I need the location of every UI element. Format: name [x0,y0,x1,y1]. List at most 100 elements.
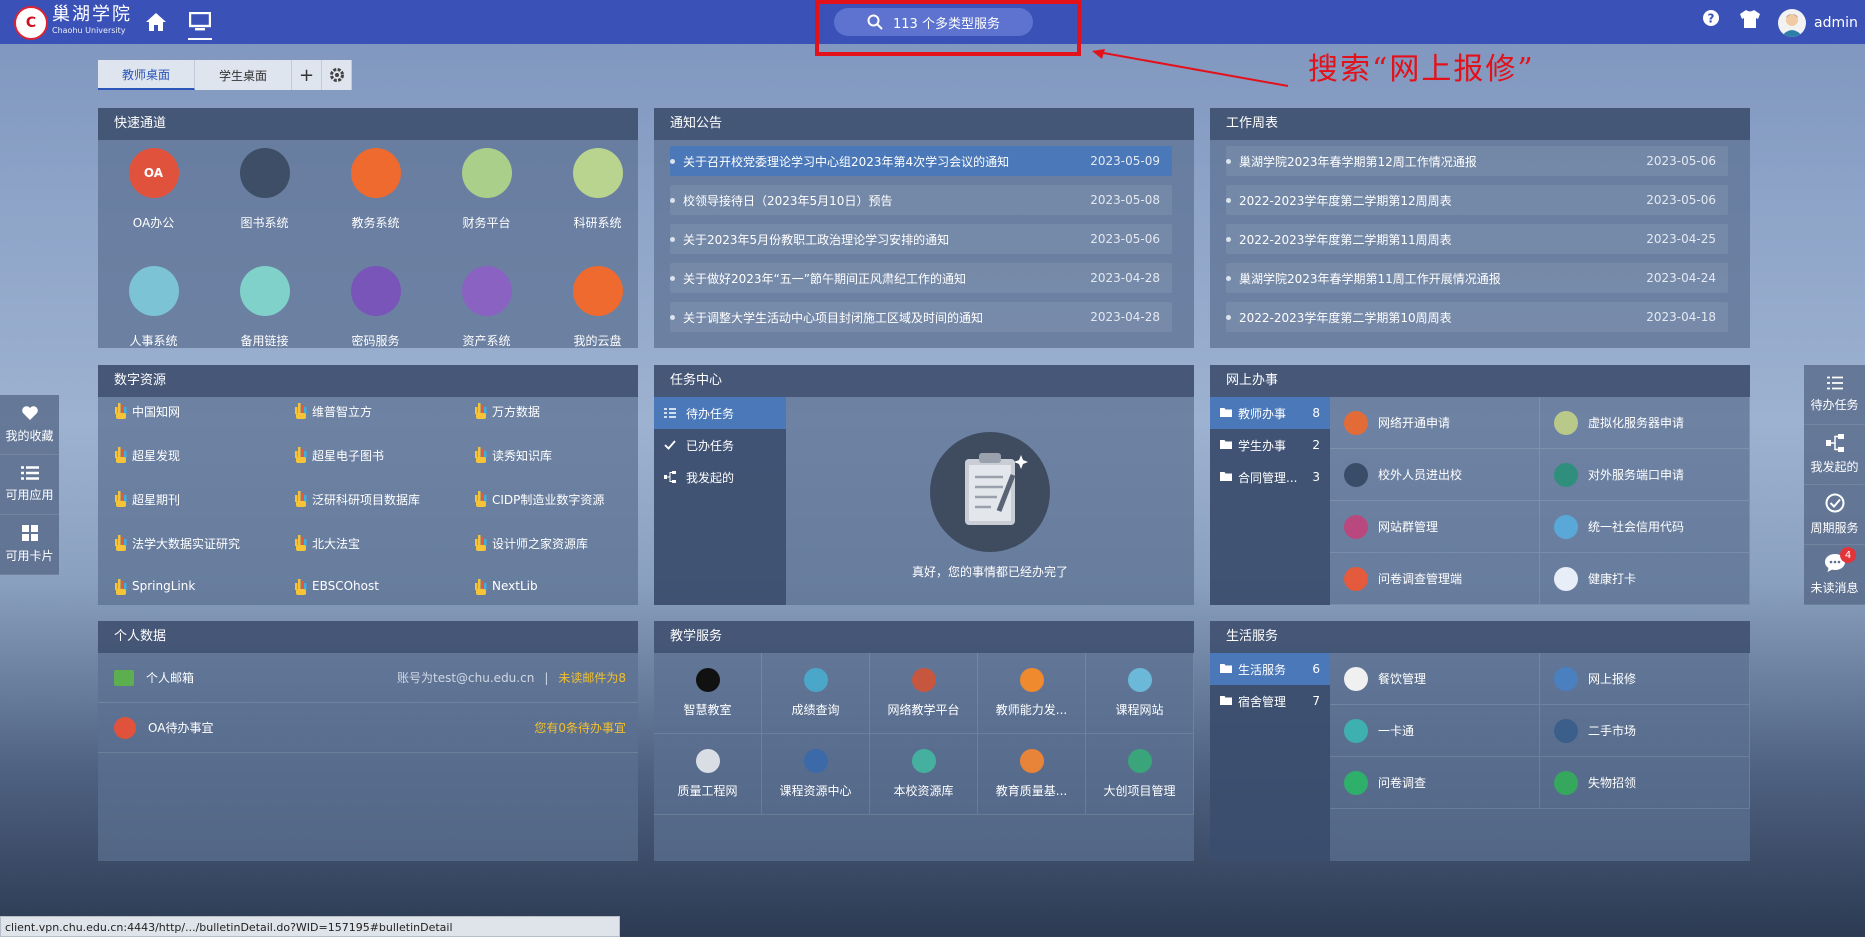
rail-periodic-service-button[interactable]: 周期服务 [1804,485,1865,545]
quick-access-item[interactable]: 财务平台 [431,144,542,262]
resource-link[interactable]: 法学大数据实证研究 [114,535,294,579]
resource-link[interactable]: EBSCOhost [294,579,474,605]
tab-student-desktop[interactable]: 学生桌面 [195,60,293,90]
teaching-service-item[interactable]: 智慧教室 [654,653,762,734]
category-item[interactable]: 教师办事 8 [1210,397,1330,429]
rail-pending-tasks-button[interactable]: 待办任务 [1804,365,1865,425]
add-desktop-button[interactable]: + [292,60,323,90]
service-label: 成绩查询 [791,703,840,717]
task-tab-done[interactable]: 已办任务 [654,429,786,461]
service-item[interactable]: 健康打卡 [1540,553,1750,605]
list-item[interactable]: 关于调整大学生活动中心项目封闭施工区域及时间的通知 2023-04-28 [670,302,1172,332]
service-item[interactable]: 问卷调查管理端 [1330,553,1540,605]
empty-message: 真好，您的事情都已经办完了 [911,565,1068,579]
resource-link[interactable]: 北大法宝 [294,535,474,579]
teaching-service-item[interactable]: 教师能力发... [978,653,1086,734]
service-item[interactable]: 校外人员进出校 [1330,449,1540,501]
service-item[interactable]: 网上报修 [1540,653,1750,705]
resource-link[interactable]: 读秀知识库 [474,447,638,491]
service-icon [1554,666,1578,691]
available-apps-button[interactable]: 可用应用 [0,455,59,515]
list-item[interactable]: 关于召开校党委理论学习中心组2023年第4次学习会议的通知 2023-05-09 [670,146,1172,176]
category-item[interactable]: 宿舍管理 7 [1210,685,1330,717]
quick-access-item[interactable]: 资产系统 [431,262,542,348]
resource-link[interactable]: 万方数据 [474,403,638,447]
teaching-service-item[interactable]: 本校资源库 [870,734,978,815]
oa-status[interactable]: 您有0条待办事宜 [534,719,626,736]
app-label: 备用链接 [240,334,289,348]
resource-link[interactable]: 中国知网 [114,403,294,447]
folder-icon [1220,694,1232,708]
university-logo[interactable]: C [14,6,48,40]
resource-link[interactable]: 设计师之家资源库 [474,535,638,579]
service-item[interactable]: 一卡通 [1330,705,1540,757]
resource-link[interactable]: 泛研科研项目数据库 [294,491,474,535]
avatar [1778,9,1806,37]
university-name[interactable]: 巢湖学院 Chaohu University [52,6,132,35]
task-tab-initiated[interactable]: 我发起的 [654,461,786,493]
service-item[interactable]: 二手市场 [1540,705,1750,757]
list-item[interactable]: 校领导接待日（2023年5月10日）预告 2023-05-08 [670,185,1172,215]
rail-initiated-button[interactable]: 我发起的 [1804,425,1865,485]
list-item-date: 2023-05-06 [1090,232,1160,246]
rail-unread-messages-button[interactable]: 未读消息 4 [1804,545,1865,605]
task-tab-todo[interactable]: 待办任务 [654,397,786,429]
help-icon[interactable]: ? [1702,9,1720,27]
service-item[interactable]: 统一社会信用代码 [1540,501,1750,553]
quick-access-item[interactable]: 密码服务 [320,262,431,348]
personal-mail-row[interactable]: 个人邮箱 账号为test@chu.edu.cn | 未读邮件为8 [98,653,638,703]
quick-access-item[interactable]: 备用链接 [209,262,320,348]
resource-grid: 中国知网 维普智立方 万方数据超星发现 超星电子图书 读秀知识库超星期刊 泛研科研项目数据… [98,397,638,605]
teaching-service-item[interactable]: 网络教学平台 [870,653,978,734]
list-item[interactable]: 2022-2023学年度第二学期第12周周表 2023-05-06 [1226,185,1728,215]
user-menu[interactable]: admin [1778,9,1858,37]
service-item[interactable]: 失物招领 [1540,757,1750,809]
list-item[interactable]: 关于做好2023年“五一”節午期间正风肃纪工作的通知 2023-04-28 [670,263,1172,293]
available-cards-button[interactable]: 可用卡片 [0,515,59,575]
quick-access-item[interactable]: OA OA办公 [98,144,209,262]
service-item[interactable]: 网络开通申请 [1330,397,1540,449]
resource-link[interactable]: NextLib [474,579,638,605]
service-item[interactable]: 虚拟化服务器申请 [1540,397,1750,449]
teaching-service-item[interactable]: 课程网站 [1086,653,1194,734]
quick-access-item[interactable]: 图书系统 [209,144,320,262]
resource-link[interactable]: 超星发现 [114,447,294,491]
resource-link[interactable]: CIDP制造业数字资源 [474,491,638,535]
service-item[interactable]: 对外服务端口申请 [1540,449,1750,501]
teaching-service-item[interactable]: 大创项目管理 [1086,734,1194,815]
list-item[interactable]: 2022-2023学年度第二学期第10周周表 2023-04-18 [1226,302,1728,332]
service-item[interactable]: 问卷调查 [1330,757,1540,809]
home-icon[interactable] [144,10,168,34]
resource-link[interactable]: 维普智立方 [294,403,474,447]
my-favorites-button[interactable]: 我的收藏 [0,395,59,455]
skin-icon[interactable] [1738,9,1762,29]
mail-unread[interactable]: 未读邮件为8 [558,669,626,686]
resource-link[interactable]: 超星期刊 [114,491,294,535]
desktop-settings-button[interactable] [322,60,353,90]
quick-access-item[interactable]: 人事系统 [98,262,209,348]
quick-access-item[interactable]: 我的云盘 [542,262,638,348]
list-item[interactable]: 关于2023年5月份教职工政治理论学习安排的通知 2023-05-06 [670,224,1172,254]
resource-link[interactable]: 超星电子图书 [294,447,474,491]
service-item[interactable]: 餐饮管理 [1330,653,1540,705]
teaching-service-item[interactable]: 课程资源中心 [762,734,870,815]
list-item[interactable]: 2022-2023学年度第二学期第11周周表 2023-04-25 [1226,224,1728,254]
service-search-box[interactable]: 113 个多类型服务 [834,8,1033,36]
list-item[interactable]: 巢湖学院2023年春学期第11周工作开展情况通报 2023-04-24 [1226,263,1728,293]
teaching-service-item[interactable]: 教育质量基... [978,734,1086,815]
resource-link[interactable]: SpringLink [114,579,294,605]
category-item[interactable]: 生活服务 6 [1210,653,1330,685]
service-item[interactable]: 网站群管理 [1330,501,1540,553]
category-item[interactable]: 合同管理... 3 [1210,461,1330,493]
teaching-service-item[interactable]: 质量工程网 [654,734,762,815]
tab-teacher-desktop[interactable]: 教师桌面 [98,60,196,90]
category-item[interactable]: 学生办事 2 [1210,429,1330,461]
teaching-service-item[interactable]: 成绩查询 [762,653,870,734]
quick-access-item[interactable]: 教务系统 [320,144,431,262]
app-label: 资产系统 [462,334,511,348]
card-title: 教学服务 [654,621,1194,653]
desktop-icon[interactable] [188,10,212,40]
quick-access-item[interactable]: 科研系统 [542,144,638,262]
oa-todo-row[interactable]: OA待办事宜 您有0条待办事宜 [98,703,638,753]
list-item[interactable]: 巢湖学院2023年春学期第12周工作情况通报 2023-05-06 [1226,146,1728,176]
